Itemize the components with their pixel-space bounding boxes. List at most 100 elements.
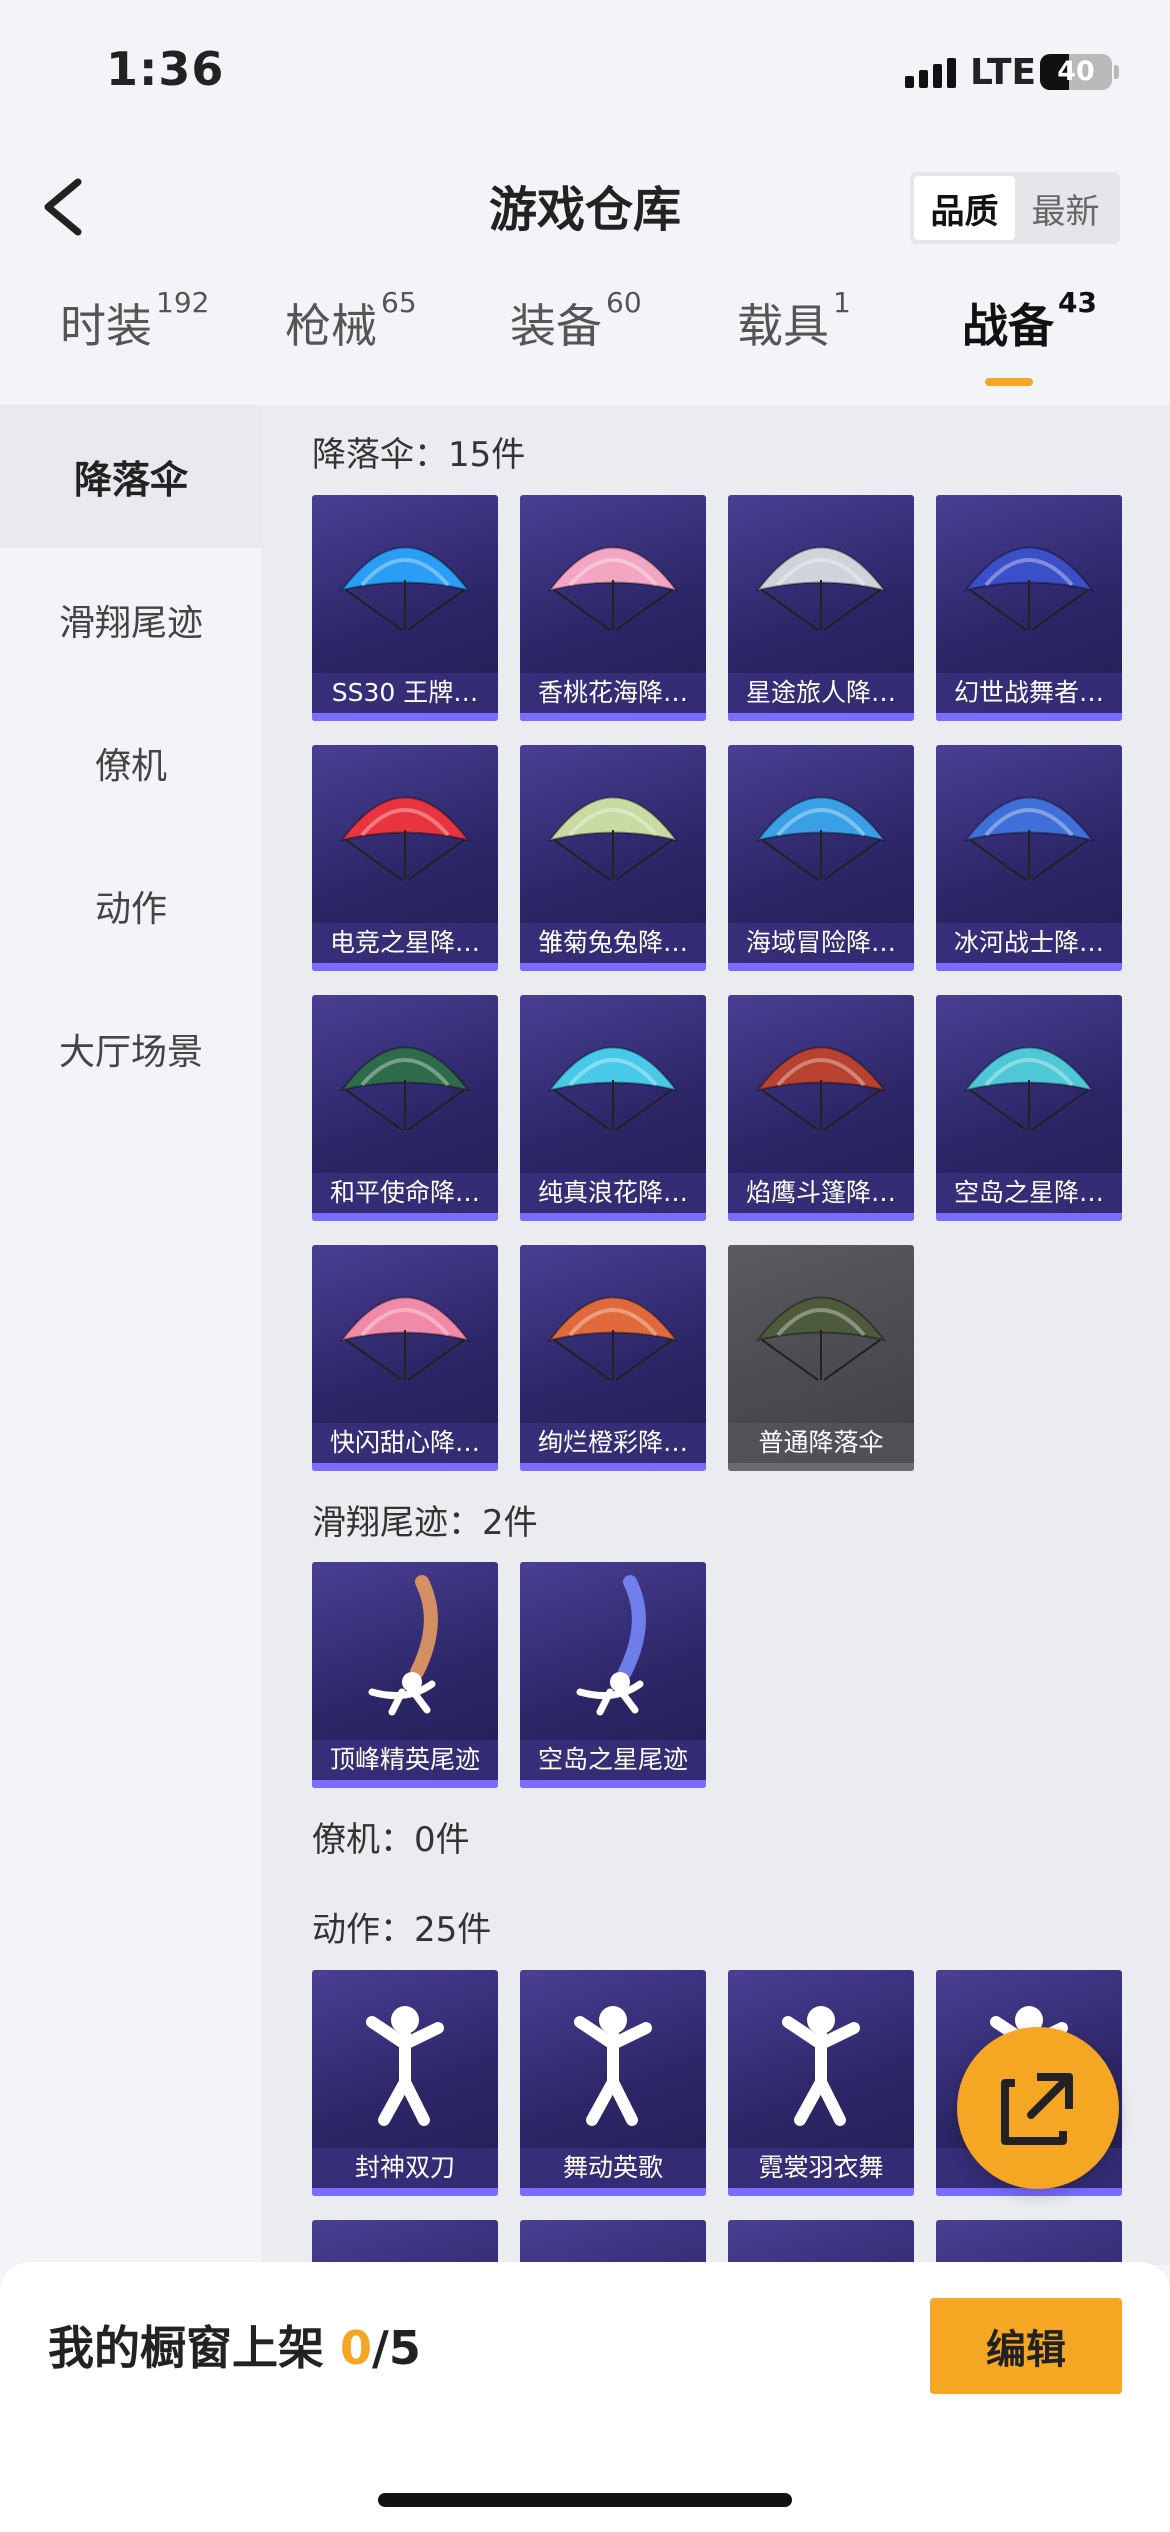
emote-pose-icon xyxy=(782,2006,860,2126)
emote-pose-icon xyxy=(366,2006,444,2126)
emote-card[interactable]: 霓裳羽衣舞 xyxy=(728,1970,914,2196)
item-name: 和平使命降… xyxy=(312,1173,498,1213)
status-time: 1:36 xyxy=(106,42,225,96)
parachute-icon xyxy=(755,1296,887,1381)
item-name: 快闪甜心降… xyxy=(312,1423,498,1463)
active-tab-indicator xyxy=(985,378,1033,386)
quality-bar xyxy=(520,713,706,721)
glide-trail-icon xyxy=(576,1575,646,1716)
sidebar-item-parachute[interactable]: 降落伞 xyxy=(0,405,262,548)
emote-card[interactable] xyxy=(936,2220,1122,2265)
parachute-card[interactable]: 纯真浪花降… xyxy=(520,995,706,1221)
sort-newest-button[interactable]: 最新 xyxy=(1015,176,1116,240)
item-name: SS30 王牌… xyxy=(312,673,498,713)
parachute-icon xyxy=(547,1046,679,1131)
tab-equipment[interactable]: 装备 60 xyxy=(510,286,642,356)
emote-card[interactable] xyxy=(520,2220,706,2265)
tab-count: 1 xyxy=(833,286,851,319)
parachute-icon xyxy=(963,546,1095,631)
parachute-card[interactable]: 冰河战士降… xyxy=(936,745,1122,971)
item-name: 电竞之星降… xyxy=(312,923,498,963)
showcase-bar: 我的橱窗上架 0/5 编辑 xyxy=(0,2262,1170,2532)
parachute-card[interactable]: SS30 王牌… xyxy=(312,495,498,721)
parachute-icon xyxy=(339,796,471,881)
tab-fashion[interactable]: 时装 192 xyxy=(60,286,209,356)
edit-button[interactable]: 编辑 xyxy=(930,2298,1122,2394)
emote-card[interactable]: 封神双刀 xyxy=(312,1970,498,2196)
emote-card[interactable]: 舞动英歌 xyxy=(520,1970,706,2196)
parachute-icon xyxy=(339,1046,471,1131)
tab-count: 65 xyxy=(381,286,417,319)
emote-card[interactable] xyxy=(728,2220,914,2265)
battery-level: 40 xyxy=(1057,56,1095,87)
showcase-total: /5 xyxy=(372,2321,421,2375)
item-name: 冰河战士降… xyxy=(936,923,1122,963)
parachute-card[interactable]: 海域冒险降… xyxy=(728,745,914,971)
sidebar-item-lobby-scene[interactable]: 大厅场景 xyxy=(0,977,262,1120)
section-title-parachute: 降落伞：15件 xyxy=(312,435,526,475)
parachute-card[interactable]: 普通降落伞 xyxy=(728,1245,914,1471)
item-name: 霓裳羽衣舞 xyxy=(728,2148,914,2188)
parachute-icon xyxy=(547,1296,679,1381)
sidebar-item-wingman[interactable]: 僚机 xyxy=(0,691,262,834)
quality-bar xyxy=(312,963,498,971)
item-name: 舞动英歌 xyxy=(520,2148,706,2188)
sidebar: 降落伞 滑翔尾迹 僚机 动作 大厅场景 xyxy=(0,405,262,2265)
quality-bar xyxy=(728,1213,914,1221)
quality-bar xyxy=(312,2188,498,2196)
emote-card[interactable] xyxy=(312,2220,498,2265)
parachute-card[interactable]: 和平使命降… xyxy=(312,995,498,1221)
showcase-current-count: 0 xyxy=(340,2321,373,2375)
parachute-card[interactable]: 快闪甜心降… xyxy=(312,1245,498,1471)
parachute-card[interactable]: 雏菊兔兔降… xyxy=(520,745,706,971)
battery-icon: 40 xyxy=(1040,54,1112,90)
sort-quality-button[interactable]: 品质 xyxy=(914,176,1015,240)
item-name: 幻世战舞者… xyxy=(936,673,1122,713)
parachute-card[interactable]: 幻世战舞者… xyxy=(936,495,1122,721)
item-name: 普通降落伞 xyxy=(728,1423,914,1463)
signal-icon xyxy=(905,58,956,88)
quality-bar xyxy=(728,1463,914,1471)
item-name: 雏菊兔兔降… xyxy=(520,923,706,963)
item-name: 绚烂橙彩降… xyxy=(520,1423,706,1463)
item-name: 空岛之星尾迹 xyxy=(520,1740,706,1780)
parachute-card[interactable]: 空岛之星降… xyxy=(936,995,1122,1221)
tab-count: 192 xyxy=(156,286,210,319)
quality-bar xyxy=(936,1213,1122,1221)
quality-bar xyxy=(312,713,498,721)
parachute-card[interactable]: 电竞之星降… xyxy=(312,745,498,971)
quality-bar xyxy=(728,963,914,971)
share-button[interactable] xyxy=(957,2027,1119,2189)
quality-bar xyxy=(520,2188,706,2196)
section-title-wingman: 僚机：0件 xyxy=(312,1820,470,1860)
sidebar-item-trail[interactable]: 滑翔尾迹 xyxy=(0,548,262,691)
sidebar-item-emote[interactable]: 动作 xyxy=(0,834,262,977)
quality-bar xyxy=(936,2188,1122,2196)
quality-bar xyxy=(728,2188,914,2196)
parachute-icon xyxy=(547,796,679,881)
quality-bar xyxy=(728,713,914,721)
tab-tactical[interactable]: 战备 43 xyxy=(962,286,1097,356)
parachute-card[interactable]: 焰鹰斗篷降… xyxy=(728,995,914,1221)
quality-bar xyxy=(520,963,706,971)
parachute-card[interactable]: 星途旅人降… xyxy=(728,495,914,721)
battery-cap xyxy=(1114,65,1119,79)
tab-label: 战备 xyxy=(962,299,1054,353)
glide-trail-icon xyxy=(368,1575,438,1716)
section-title-emote: 动作：25件 xyxy=(312,1910,492,1950)
trail-card[interactable]: 顶峰精英尾迹 xyxy=(312,1562,498,1788)
item-name: 香桃花海降… xyxy=(520,673,706,713)
tab-vehicles[interactable]: 载具 1 xyxy=(737,286,851,356)
home-indicator xyxy=(378,2493,792,2507)
parachute-icon xyxy=(963,1046,1095,1131)
trail-card[interactable]: 空岛之星尾迹 xyxy=(520,1562,706,1788)
tab-label: 载具 xyxy=(737,299,829,353)
section-title-trail: 滑翔尾迹：2件 xyxy=(312,1503,538,1543)
quality-bar xyxy=(312,1213,498,1221)
quality-bar xyxy=(936,713,1122,721)
parachute-card[interactable]: 香桃花海降… xyxy=(520,495,706,721)
parachute-icon xyxy=(339,1296,471,1381)
parachute-card[interactable]: 绚烂橙彩降… xyxy=(520,1245,706,1471)
tab-guns[interactable]: 枪械 65 xyxy=(285,286,417,356)
sort-toggle[interactable]: 品质 最新 xyxy=(910,172,1120,244)
